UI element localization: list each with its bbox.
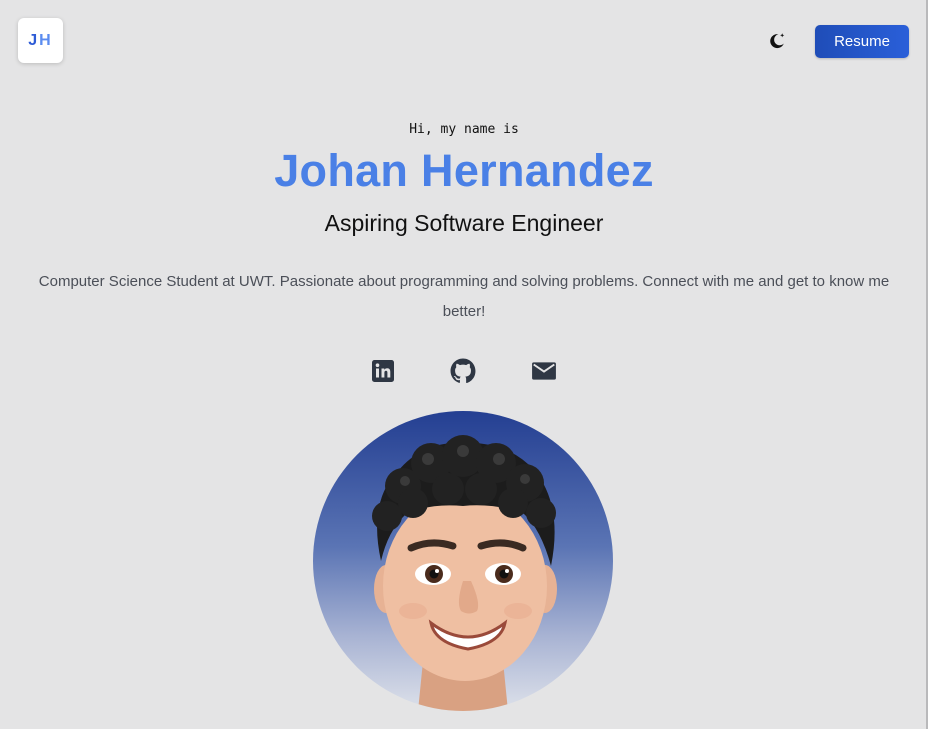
linkedin-icon	[372, 360, 394, 382]
logo-initial-j: J	[28, 31, 40, 49]
logo[interactable]: J H	[18, 18, 63, 63]
logo-initial-h: H	[39, 31, 53, 49]
theme-toggle-button[interactable]	[766, 30, 788, 52]
linkedin-link[interactable]	[369, 357, 397, 385]
memoji-avatar-image	[372, 435, 557, 711]
bio-text: Computer Science Student at UWT. Passion…	[38, 273, 890, 320]
subtitle-role: Aspiring Software Engineer	[324, 210, 604, 236]
email-link[interactable]	[530, 357, 558, 385]
github-link[interactable]	[449, 357, 477, 385]
greeting-text: Hi, my name is	[409, 122, 519, 137]
social-links	[0, 357, 928, 385]
email-icon	[532, 362, 556, 380]
avatar	[313, 411, 613, 711]
page-title: Johan Hernandez	[274, 145, 654, 196]
github-icon	[450, 358, 476, 384]
moon-icon	[770, 33, 785, 49]
resume-button[interactable]: Resume	[815, 25, 909, 58]
